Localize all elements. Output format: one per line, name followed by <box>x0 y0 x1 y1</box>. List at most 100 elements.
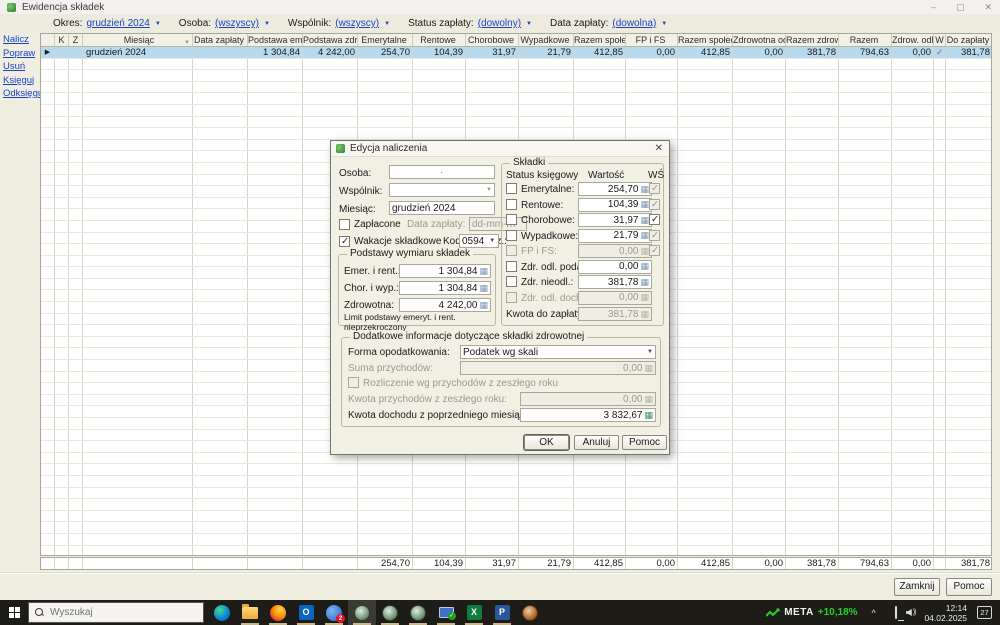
sidebar-item-nalicz[interactable]: Nalicz <box>3 34 40 45</box>
column-header[interactable]: Rentowe <box>413 34 466 46</box>
skladka-value-field[interactable]: 104,39 ▦ <box>578 197 652 212</box>
column-header[interactable]: Wypadkowe <box>519 34 574 46</box>
dialog-help-button[interactable]: Pomoc <box>622 435 667 450</box>
podstawa-value-field[interactable]: 1 304,84 ▦ <box>399 281 491 295</box>
zaplacone-checkbox[interactable] <box>339 219 350 230</box>
column-header[interactable] <box>41 34 55 46</box>
taskbar-app-green2-icon[interactable] <box>376 600 404 625</box>
table-cell <box>55 278 69 290</box>
column-header[interactable]: Razem <box>839 34 892 46</box>
miesiac-field[interactable]: grudzień 2024 <box>389 201 495 215</box>
ok-button[interactable]: OK <box>524 435 569 450</box>
filter-osoba-value[interactable]: (wszyscy) <box>215 18 259 29</box>
taskbar-clock[interactable]: 12:14 04.02.2025 <box>924 603 967 623</box>
start-button[interactable] <box>0 600 28 625</box>
maximize-icon[interactable]: ▢ <box>956 2 965 13</box>
volume-icon[interactable]: )) <box>905 609 916 616</box>
network-icon[interactable] <box>894 606 897 619</box>
taskbar-edge-icon[interactable] <box>208 600 236 625</box>
sidebar-item-ksieguj[interactable]: Księguj <box>3 75 40 86</box>
skladka-status-checkbox[interactable] <box>506 183 517 194</box>
close-window-button[interactable]: Zamknij <box>894 578 940 596</box>
filter-okres-value[interactable]: grudzień 2024 <box>86 18 149 29</box>
table-header-row[interactable]: K Z Miesiąc ▼ Data zapłaty Podstawa eme Podsta… <box>41 34 991 47</box>
cancel-button[interactable]: Anuluj <box>574 435 619 450</box>
column-header[interactable]: W <box>934 34 946 46</box>
filter-status-value[interactable]: (dowolny) <box>478 18 521 29</box>
table-cell <box>55 116 69 128</box>
column-header[interactable]: Razem społec <box>574 34 626 46</box>
sidebar-item-popraw[interactable]: Popraw <box>3 48 40 59</box>
column-header[interactable]: FP i FS <box>626 34 678 46</box>
taskbar-outlook-icon[interactable]: O <box>292 600 320 625</box>
kwota-doch-field[interactable]: 3 832,67 ▦ <box>520 408 656 422</box>
filter-wspolnik-value[interactable]: (wszyscy) <box>335 18 379 29</box>
taskbar-app-green3-icon[interactable] <box>404 600 432 625</box>
dialog-close-icon[interactable]: ✕ <box>655 143 663 154</box>
column-header[interactable]: K <box>55 34 69 46</box>
ws-checkbox[interactable] <box>649 214 660 225</box>
notification-center-icon[interactable]: 27 <box>977 606 992 619</box>
table-cell <box>41 406 55 417</box>
table-cell <box>193 267 248 278</box>
taskbar-excel-icon[interactable]: X <box>460 600 488 625</box>
column-header[interactable]: Do zapłaty <box>946 34 991 46</box>
sidebar-item-odksieguj[interactable]: Odksięguj <box>3 88 45 99</box>
skladka-value-field[interactable]: 254,70 ▦ <box>578 182 652 196</box>
close-icon[interactable]: ✕ <box>984 2 992 13</box>
taskbar-file-explorer-icon[interactable] <box>236 600 264 625</box>
skladka-status-checkbox[interactable] <box>506 214 517 225</box>
column-header[interactable]: Razem zdrowo <box>786 34 839 46</box>
column-header[interactable]: Zdrowotna odli <box>733 34 786 46</box>
filter-data-value[interactable]: (dowolna) <box>612 18 656 29</box>
skladka-status-checkbox[interactable] <box>506 276 517 287</box>
taskbar-search[interactable] <box>28 602 204 623</box>
column-header[interactable]: Emerytalne <box>358 34 413 46</box>
column-header[interactable]: Zdrow. odl. do <box>892 34 934 46</box>
podstawa-value-field[interactable]: 1 304,84 ▦ <box>399 264 491 278</box>
help-button[interactable]: Pomoc <box>946 578 992 596</box>
taskbar-app-active-icon[interactable] <box>348 600 376 625</box>
stock-ticker[interactable]: META +10,18% <box>766 607 858 618</box>
wakacje-checkbox[interactable] <box>339 236 350 247</box>
skladka-value-field[interactable]: 381,78 ▦ <box>578 275 652 289</box>
column-header[interactable]: Miesiąc ▼ <box>83 34 193 46</box>
sidebar-item-usun[interactable]: Usuń <box>3 61 40 72</box>
kod-tyt-select[interactable]: 0594 ▼ <box>459 234 499 248</box>
column-header[interactable]: Podstawa eme <box>248 34 303 46</box>
taskbar-remote-desktop-icon[interactable] <box>432 600 460 625</box>
tray-expand-icon[interactable]: ^ <box>872 608 876 618</box>
column-header[interactable]: Podstawa zdr. <box>303 34 358 46</box>
taskbar-firefox-icon[interactable] <box>264 600 292 625</box>
skladka-status-checkbox[interactable] <box>506 260 517 272</box>
column-header[interactable]: Data zapłaty <box>193 34 248 46</box>
minimize-icon[interactable]: – <box>931 2 936 12</box>
forma-select[interactable]: Podatek wg skali ▼ <box>460 345 656 359</box>
table-cell <box>83 406 193 417</box>
podstawa-value-field[interactable]: 4 242,00 ▦ <box>399 298 491 312</box>
column-header[interactable]: Razem społec <box>678 34 733 46</box>
skladka-status-checkbox[interactable] <box>506 198 517 210</box>
table-cell <box>83 302 193 313</box>
table-cell <box>41 116 55 128</box>
table-cell <box>892 255 934 267</box>
table-cell <box>839 475 892 487</box>
table-row[interactable]: ▶ grudzień 2024 1 304,84 4 242,00 254,70 104,… <box>41 47 991 59</box>
column-header[interactable]: Z <box>69 34 83 46</box>
wspolnik-select[interactable]: ▼ <box>389 183 495 197</box>
skladka-value-field[interactable]: 21,79 ▦ <box>578 228 652 243</box>
osoba-field[interactable]: · <box>389 165 495 179</box>
skladka-value-field[interactable]: 0,00 ▦ <box>578 259 652 274</box>
column-header[interactable]: Chorobowe <box>466 34 519 46</box>
taskbar-p-app-icon[interactable]: P <box>488 600 516 625</box>
table-cell <box>41 360 55 371</box>
taskbar-mail-icon[interactable]: 2 <box>320 600 348 625</box>
table-cell <box>358 128 413 139</box>
table-cell <box>83 452 193 464</box>
taskbar-globe-orange-icon[interactable] <box>516 600 544 625</box>
table-cell <box>55 383 69 394</box>
skladka-value-field[interactable]: 31,97 ▦ <box>578 213 652 227</box>
table-cell <box>466 93 519 104</box>
skladka-status-checkbox[interactable] <box>506 229 517 241</box>
search-input[interactable] <box>50 607 170 618</box>
